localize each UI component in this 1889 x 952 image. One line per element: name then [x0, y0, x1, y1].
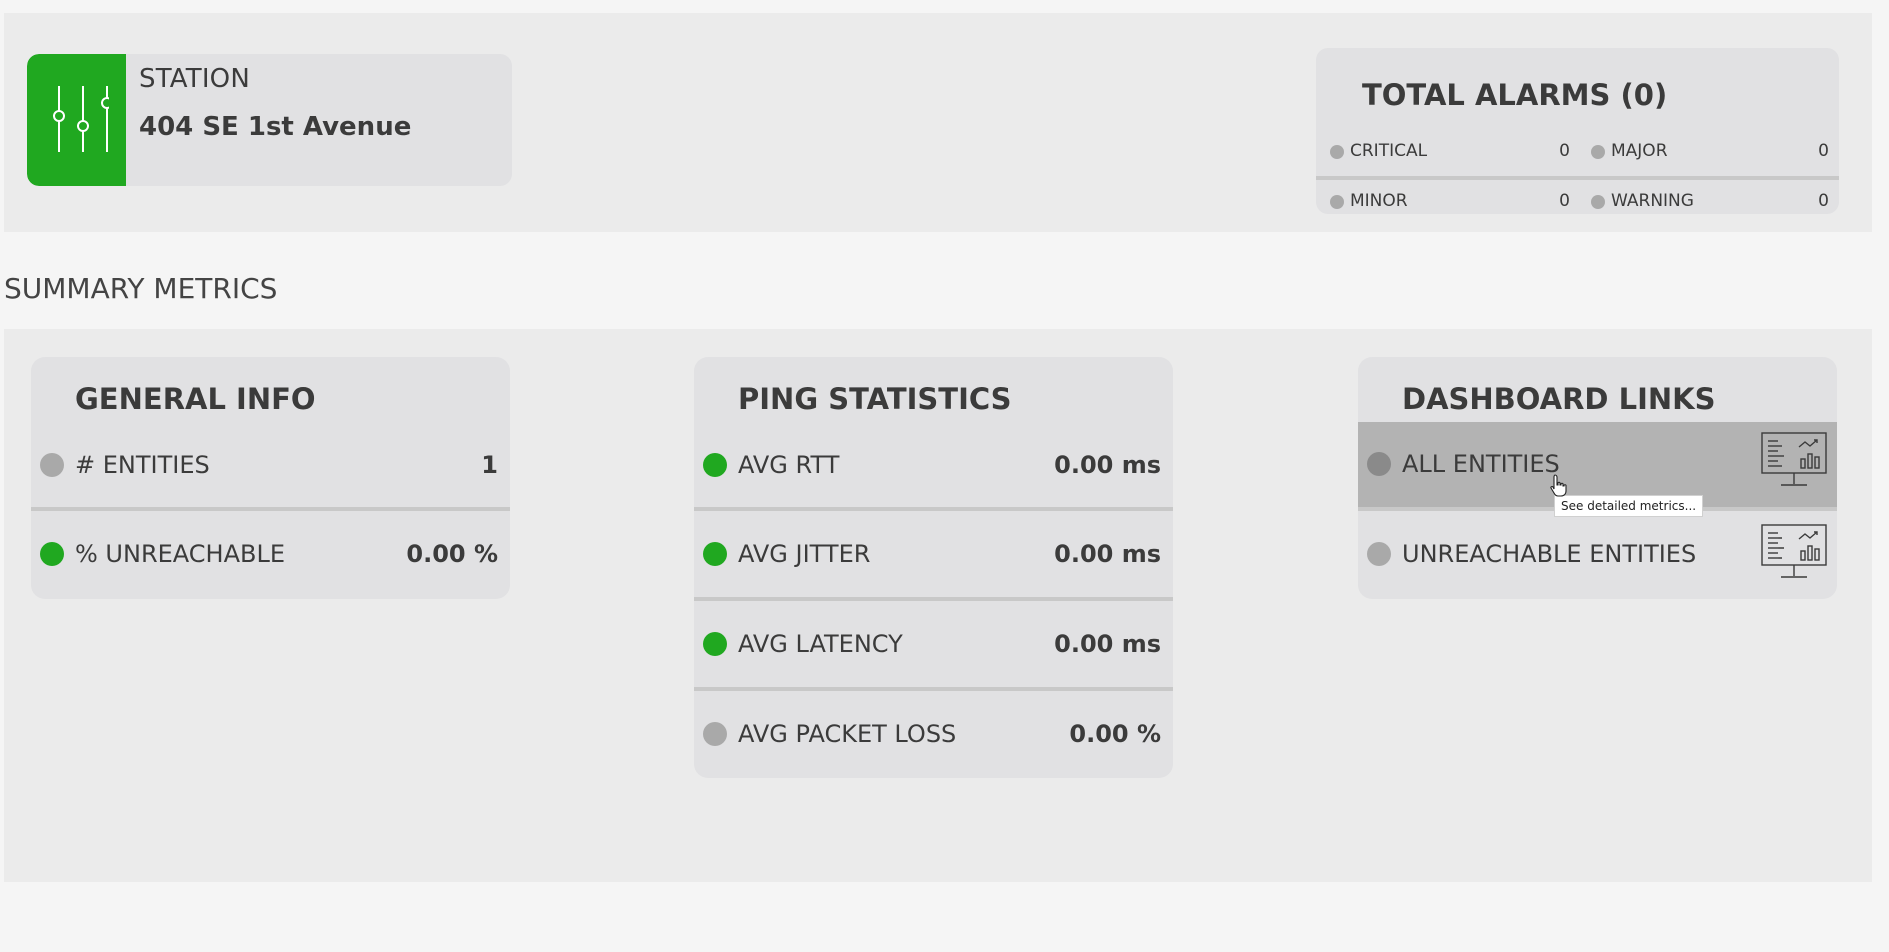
link-label: ALL ENTITIES [1402, 450, 1560, 478]
metric-value: 0.00 ms [1054, 451, 1161, 479]
alarm-label: MAJOR [1611, 141, 1668, 161]
status-dot [703, 722, 727, 746]
row-divider [694, 507, 1173, 511]
alarm-minor: MINOR 0 [1330, 182, 1570, 226]
dashboard-links-panel: DASHBOARD LINKS ALL ENTITIES UNREACHABLE… [1358, 357, 1837, 599]
status-dot [1591, 145, 1605, 159]
alarm-row-1: CRITICAL 0 MAJOR 0 [1316, 134, 1839, 178]
metric-row-avg-latency: AVG LATENCY 0.00 ms [694, 602, 1173, 688]
metric-row-avg-rtt: AVG RTT 0.00 ms [694, 423, 1173, 509]
summary-metrics-heading: SUMMARY METRICS [4, 272, 278, 305]
status-dot [1367, 542, 1391, 566]
metric-label: # ENTITIES [75, 451, 210, 479]
metric-row-avg-packet-loss: AVG PACKET LOSS 0.00 % [694, 692, 1173, 778]
hand-cursor-icon [1550, 474, 1567, 497]
status-dot [40, 542, 64, 566]
total-alarms-card: TOTAL ALARMS (0) CRITICAL 0 MAJOR 0 MINO… [1316, 48, 1839, 214]
ping-statistics-panel: PING STATISTICS AVG RTT 0.00 ms AVG JITT… [694, 357, 1173, 778]
row-divider [31, 507, 510, 511]
status-dot [1330, 195, 1344, 209]
alarm-count: 0 [1818, 141, 1829, 161]
alarm-divider [1316, 176, 1839, 180]
alarm-critical: CRITICAL 0 [1330, 134, 1570, 178]
panel-title: GENERAL INFO [75, 382, 316, 416]
link-unreachable-entities[interactable]: UNREACHABLE ENTITIES [1358, 512, 1837, 598]
metric-value: 1 [481, 451, 498, 479]
metric-value: 0.00 ms [1054, 540, 1161, 568]
page-root: STATION 404 SE 1st Avenue TOTAL ALARMS (… [0, 0, 1889, 952]
sliders-icon [53, 86, 109, 152]
alarm-count: 0 [1559, 191, 1570, 211]
metric-row-entities: # ENTITIES 1 [31, 423, 510, 509]
metric-value: 0.00 ms [1054, 630, 1161, 658]
total-alarms-title: TOTAL ALARMS (0) [1362, 78, 1668, 112]
metric-label: AVG LATENCY [738, 630, 903, 658]
metric-label: AVG JITTER [738, 540, 871, 568]
header-band: STATION 404 SE 1st Avenue TOTAL ALARMS (… [4, 13, 1872, 232]
status-dot [1591, 195, 1605, 209]
metric-value: 0.00 % [406, 540, 498, 568]
alarm-label: CRITICAL [1350, 141, 1428, 161]
link-label: UNREACHABLE ENTITIES [1402, 540, 1697, 568]
panel-title: DASHBOARD LINKS [1402, 382, 1716, 416]
panel-title: PING STATISTICS [738, 382, 1012, 416]
alarm-row-2: MINOR 0 WARNING 0 [1316, 182, 1839, 214]
status-dot [1367, 452, 1391, 476]
metric-value: 0.00 % [1069, 720, 1161, 748]
general-info-panel: GENERAL INFO # ENTITIES 1 % UNREACHABLE … [31, 357, 510, 599]
alarm-count: 0 [1559, 141, 1570, 161]
row-divider [694, 597, 1173, 601]
tooltip: See detailed metrics... [1554, 495, 1704, 517]
status-dot [703, 632, 727, 656]
metric-label: AVG PACKET LOSS [738, 720, 957, 748]
alarm-warning: WARNING 0 [1591, 182, 1829, 226]
station-name: 404 SE 1st Avenue [139, 112, 412, 142]
metric-label: AVG RTT [738, 451, 840, 479]
row-divider [694, 687, 1173, 691]
dashboard-monitor-icon[interactable] [1761, 524, 1827, 580]
station-card: STATION 404 SE 1st Avenue [27, 54, 512, 186]
station-label: STATION [139, 64, 250, 94]
alarm-major: MAJOR 0 [1591, 134, 1829, 178]
metric-row-unreachable: % UNREACHABLE 0.00 % [31, 512, 510, 598]
status-dot [703, 542, 727, 566]
status-dot [1330, 145, 1344, 159]
dashboard-monitor-icon[interactable] [1761, 432, 1827, 488]
metric-label: % UNREACHABLE [75, 540, 286, 568]
alarm-label: WARNING [1611, 191, 1694, 211]
station-icon-box [27, 54, 126, 186]
status-dot [703, 453, 727, 477]
metric-row-avg-jitter: AVG JITTER 0.00 ms [694, 512, 1173, 598]
alarm-label: MINOR [1350, 191, 1408, 211]
alarm-count: 0 [1818, 191, 1829, 211]
status-dot [40, 453, 64, 477]
